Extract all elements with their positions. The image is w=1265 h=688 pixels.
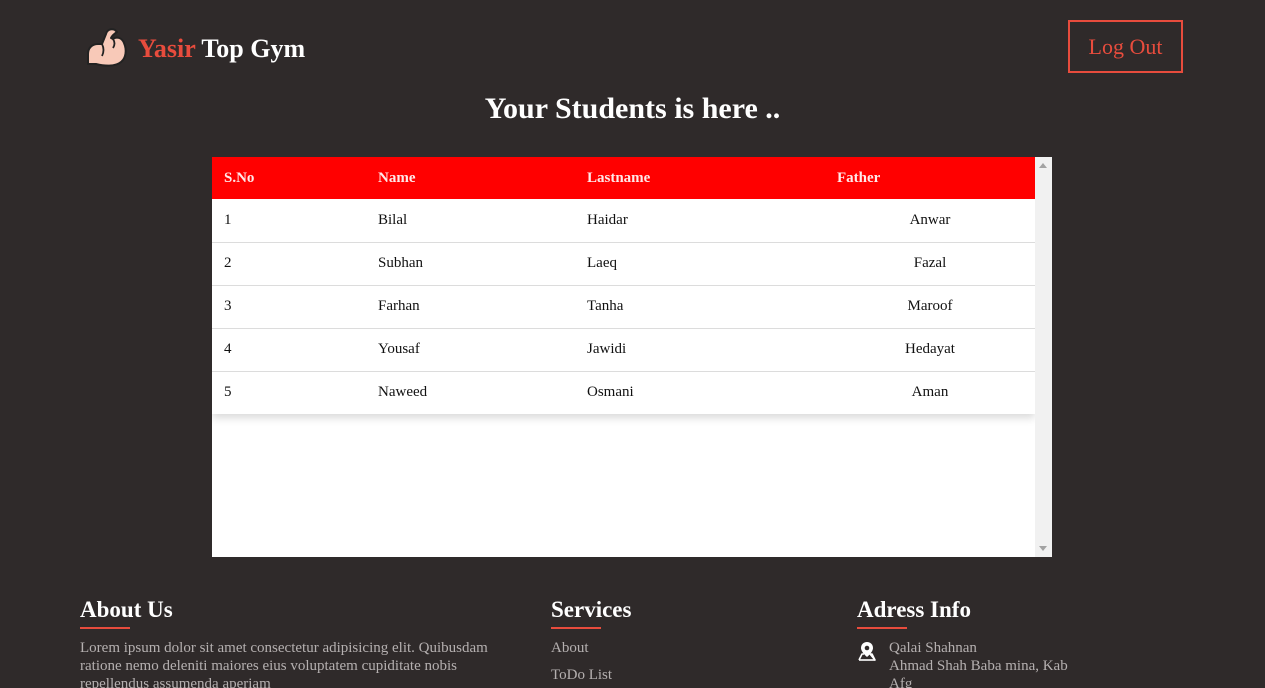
students-table-panel[interactable]: S.No Name Lastname Father 1 Bilal Haidar… [212, 157, 1052, 557]
cell-sno: 4 [224, 341, 232, 357]
about-line: ratione nemo deleniti maiores eius volup… [80, 658, 457, 674]
cell-lastname: Osmani [587, 384, 634, 401]
cell-lastname: Jawidi [587, 341, 627, 357]
flexed-biceps-icon [84, 24, 128, 73]
about-text: Lorem ipsum dolor sit amet consectetur a… [80, 639, 525, 688]
services-link-about[interactable]: About [551, 635, 801, 662]
table-header-row: S.No Name Lastname Father [212, 157, 1035, 199]
cell-name: Farhan [378, 298, 420, 314]
services-title-underline [551, 627, 601, 629]
cell-sno: 3 [224, 298, 232, 314]
header-sno: S.No [224, 169, 255, 186]
table-row: 5 Naweed Osmani Aman [212, 371, 1035, 414]
cell-sno: 1 [224, 211, 232, 228]
table-row: 3 Farhan Tanha Maroof [212, 285, 1035, 328]
scroll-up-arrow-icon[interactable] [1039, 163, 1047, 168]
address-line: Qalai Shahnan [889, 640, 977, 656]
cell-name: Naweed [378, 384, 428, 401]
table-row: 4 Yousaf Jawidi Hedayat [212, 328, 1035, 371]
cell-father: Fazal [913, 255, 947, 271]
services-title: Services [551, 597, 632, 622]
location-pin-icon [857, 639, 877, 688]
header-lastname: Lastname [587, 169, 651, 186]
footer-address: Adress Info Qalai Shahnan Ahmad Shah Bab… [857, 597, 1117, 688]
cell-lastname: Laeq [587, 255, 617, 271]
header-name: Name [378, 169, 416, 186]
cell-name: Bilal [378, 211, 408, 228]
cell-father: Anwar [909, 211, 951, 228]
header-father: Father [837, 169, 881, 186]
scroll-down-arrow-icon[interactable] [1039, 546, 1047, 551]
cell-lastname: Tanha [587, 298, 624, 314]
cell-sno: 5 [224, 384, 232, 401]
address-title-underline [857, 627, 907, 629]
cell-father: Hedayat [905, 341, 955, 357]
cell-father: Aman [911, 384, 949, 401]
table-row: 1 Bilal Haidar Anwar [212, 199, 1035, 242]
table-row: 2 Subhan Laeq Fazal [212, 242, 1035, 285]
logout-button[interactable]: Log Out [1068, 20, 1183, 73]
brand-second: Top Gym [201, 33, 306, 63]
services-link-todo-list[interactable]: ToDo List [551, 662, 801, 688]
brand-logo[interactable]: Yasir Top Gym [84, 24, 305, 73]
address-line: Ahmad Shah Baba mina, Kab [889, 658, 1068, 674]
cell-father: Maroof [907, 298, 953, 314]
footer-about: About Us Lorem ipsum dolor sit amet cons… [80, 597, 525, 688]
about-title: About Us [80, 597, 173, 622]
page-title: Your Students is here .. [484, 92, 781, 125]
address-line: Afg [889, 676, 913, 688]
cell-name: Yousaf [378, 341, 420, 357]
address-title: Adress Info [857, 597, 971, 622]
cell-sno: 2 [224, 255, 232, 271]
about-title-underline [80, 627, 130, 629]
table-scrollbar[interactable] [1035, 157, 1052, 557]
brand-name: Yasir Top Gym [138, 34, 305, 64]
cell-lastname: Haidar [587, 211, 628, 228]
footer-services: Services About ToDo List [551, 597, 801, 688]
about-line: Lorem ipsum dolor sit amet consectetur a… [80, 640, 488, 656]
cell-name: Subhan [378, 255, 423, 271]
students-table: S.No Name Lastname Father 1 Bilal Haidar… [212, 157, 1035, 414]
brand-first: Yasir [138, 33, 196, 63]
about-line: repellendus assumenda aperiam [80, 676, 271, 688]
